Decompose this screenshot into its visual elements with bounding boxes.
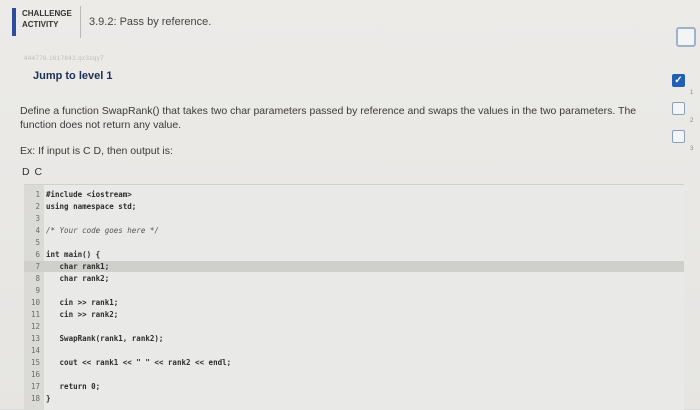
code-text[interactable]: /* Your code goes here */ bbox=[46, 225, 159, 236]
line-number: 4 bbox=[35, 226, 40, 235]
code-line[interactable]: 15 cout << rank1 << " " << rank2 << endl… bbox=[24, 357, 684, 368]
code-text[interactable]: cin >> rank1; bbox=[46, 297, 119, 308]
code-line[interactable]: 8 char rank2; bbox=[24, 273, 684, 284]
level-2-box[interactable] bbox=[672, 102, 685, 115]
line-number: 11 bbox=[30, 310, 40, 319]
line-number: 1 bbox=[35, 190, 40, 199]
line-number: 14 bbox=[30, 346, 40, 355]
line-number: 9 bbox=[35, 286, 40, 295]
code-line[interactable]: 9 bbox=[24, 285, 684, 296]
code-line[interactable]: 10 cin >> rank1; bbox=[24, 297, 684, 308]
code-line[interactable]: 1 #include <iostream> bbox=[24, 189, 684, 200]
challenge-activity-badge: CHALLENGE ACTIVITY bbox=[12, 8, 84, 36]
example-output: D C bbox=[22, 166, 44, 178]
code-line[interactable]: 16 bbox=[24, 369, 684, 380]
code-text[interactable]: using namespace std; bbox=[46, 201, 136, 212]
line-number: 15 bbox=[30, 358, 40, 367]
badge-line-1: CHALLENGE bbox=[22, 9, 72, 18]
code-line[interactable]: 3 bbox=[24, 213, 684, 224]
code-text[interactable]: cin >> rank2; bbox=[46, 309, 119, 320]
code-line[interactable]: 13 SwapRank(rank1, rank2); bbox=[24, 333, 684, 344]
line-number: 2 bbox=[35, 202, 40, 211]
code-line[interactable]: 6 int main() { bbox=[24, 249, 684, 260]
activity-id: 444776.1617842.qx3zqy7 bbox=[24, 56, 105, 62]
code-line[interactable]: 2 using namespace std; bbox=[24, 201, 684, 212]
jump-to-level-link[interactable]: Jump to level 1 bbox=[33, 70, 112, 82]
code-text[interactable]: char rank2; bbox=[46, 273, 110, 284]
line-number: 13 bbox=[30, 334, 40, 343]
code-text[interactable]: } bbox=[46, 393, 51, 404]
line-number: 8 bbox=[35, 274, 40, 283]
level-number: 3 bbox=[690, 146, 694, 152]
line-number: 17 bbox=[30, 382, 40, 391]
code-line[interactable]: 18} bbox=[24, 393, 684, 404]
line-number: 16 bbox=[30, 370, 40, 379]
code-line[interactable]: 17 return 0; bbox=[24, 381, 684, 392]
line-number: 18 bbox=[30, 394, 40, 403]
example-text: Ex: If input is C D, then output is: bbox=[20, 145, 173, 157]
line-number: 3 bbox=[35, 214, 40, 223]
completion-checkbox-icon bbox=[676, 27, 696, 47]
code-line[interactable]: 4 /* Your code goes here */ bbox=[24, 225, 684, 236]
level-3-box[interactable] bbox=[672, 130, 685, 143]
level-number: 1 bbox=[690, 90, 694, 96]
level-number: 2 bbox=[690, 118, 694, 124]
line-number: 12 bbox=[30, 322, 40, 331]
level-1-box[interactable]: ✓ bbox=[672, 74, 685, 87]
line-number: 7 bbox=[35, 262, 40, 271]
code-line[interactable]: 7 char rank1; bbox=[24, 261, 684, 272]
line-number: 10 bbox=[30, 298, 40, 307]
problem-description: Define a function SwapRank() that takes … bbox=[20, 105, 637, 131]
challenge-panel: CHALLENGE ACTIVITY 3.9.2: Pass by refere… bbox=[0, 0, 700, 410]
line-number: 6 bbox=[35, 250, 40, 259]
code-text[interactable]: #include <iostream> bbox=[46, 189, 132, 200]
activity-header: CHALLENGE ACTIVITY 3.9.2: Pass by refere… bbox=[0, 0, 700, 47]
badge-line-2: ACTIVITY bbox=[22, 20, 59, 29]
header-divider bbox=[80, 6, 81, 38]
code-text[interactable]: SwapRank(rank1, rank2); bbox=[46, 333, 164, 344]
code-text[interactable]: int main() { bbox=[46, 249, 100, 260]
code-text[interactable]: return 0; bbox=[46, 381, 101, 392]
code-line[interactable]: 5 bbox=[24, 237, 684, 248]
activity-title: 3.9.2: Pass by reference. bbox=[89, 16, 212, 28]
code-text[interactable]: cout << rank1 << " " << rank2 << endl; bbox=[46, 357, 232, 368]
code-text[interactable]: char rank1; bbox=[46, 261, 110, 272]
code-editor[interactable]: 1 #include <iostream> 2 using namespace std… bbox=[24, 184, 684, 410]
code-line[interactable]: 12 bbox=[24, 321, 684, 332]
code-line[interactable]: 11 cin >> rank2; bbox=[24, 309, 684, 320]
level-progress: ✓ 1 2 3 bbox=[668, 70, 700, 190]
code-line[interactable]: 14 bbox=[24, 345, 684, 356]
line-number: 5 bbox=[35, 238, 40, 247]
